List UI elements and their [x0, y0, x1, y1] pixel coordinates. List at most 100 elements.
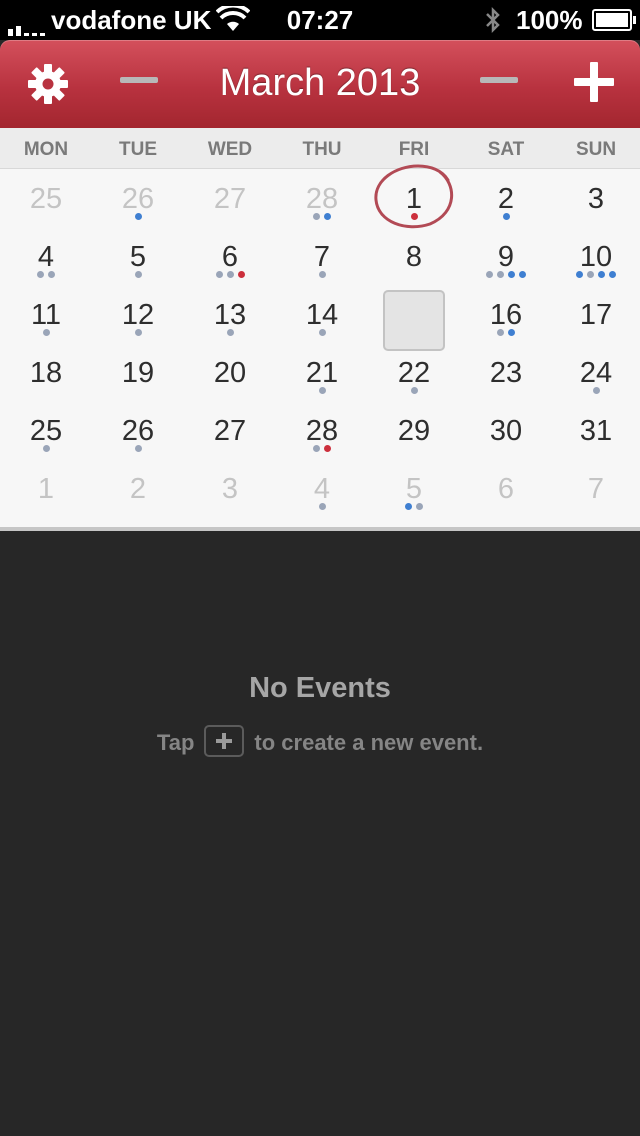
day-cell[interactable]: 13 [184, 285, 276, 343]
event-dots [276, 387, 368, 394]
day-number: 1 [37, 473, 55, 505]
day-number: 23 [489, 357, 523, 389]
event-dot [237, 271, 245, 278]
event-dot [134, 213, 142, 220]
day-number: 18 [29, 357, 63, 389]
day-number: 4 [313, 473, 331, 505]
day-number: 7 [313, 241, 331, 273]
event-dots [276, 329, 368, 336]
day-cell[interactable]: 10 [550, 227, 640, 285]
day-cell[interactable]: 22 [368, 343, 460, 401]
day-cell[interactable]: 25 [0, 401, 92, 459]
day-cell[interactable]: 2 [460, 169, 552, 227]
day-cell[interactable]: 1 [0, 459, 92, 517]
event-dot [318, 503, 326, 510]
day-number: 9 [497, 241, 515, 273]
day-cell[interactable]: 6 [460, 459, 552, 517]
event-dot [508, 271, 515, 278]
day-number: 5 [405, 473, 423, 505]
event-dots [550, 387, 640, 394]
day-number: 10 [579, 241, 613, 273]
event-dots [368, 387, 460, 394]
day-number: 21 [305, 357, 339, 389]
event-dot [405, 503, 412, 510]
day-cell[interactable]: 26 [92, 169, 184, 227]
day-number: 14 [305, 299, 339, 331]
event-dot [318, 387, 326, 394]
day-cell[interactable]: 7 [276, 227, 368, 285]
event-dot [324, 213, 331, 220]
day-number: 30 [489, 415, 523, 447]
day-number: 24 [579, 357, 613, 389]
bluetooth-icon [486, 6, 500, 34]
day-cell[interactable]: 7 [550, 459, 640, 517]
day-number: 28 [305, 183, 339, 215]
event-dots [276, 445, 368, 452]
weekday-sat: SAT [487, 139, 525, 160]
day-cell[interactable]: 3 [184, 459, 276, 517]
day-cell[interactable]: 2 [92, 459, 184, 517]
day-cell[interactable]: 24 [550, 343, 640, 401]
day-cell[interactable]: 31 [550, 401, 640, 459]
day-number: 6 [221, 241, 239, 273]
day-number: 31 [579, 415, 613, 447]
event-dot [313, 445, 320, 452]
event-dot [502, 213, 510, 220]
day-number: 26 [121, 415, 155, 447]
day-cell[interactable]: 3 [550, 169, 640, 227]
weekday-fri: FRI [398, 139, 430, 160]
day-cell[interactable]: 19 [92, 343, 184, 401]
event-dots [460, 213, 552, 220]
day-cell[interactable]: 21 [276, 343, 368, 401]
today-highlight [383, 290, 445, 351]
battery-percent: 100% [516, 5, 583, 35]
day-cell[interactable]: 4 [276, 459, 368, 517]
day-cell[interactable]: 4 [0, 227, 92, 285]
day-cell[interactable]: 5 [92, 227, 184, 285]
day-cell[interactable]: 25 [0, 169, 92, 227]
event-dots [184, 271, 276, 278]
day-cell[interactable]: 23 [460, 343, 552, 401]
weekday-header: MON TUE WED THU FRI SAT SUN [0, 128, 640, 169]
day-number: 2 [129, 473, 147, 505]
day-cell[interactable]: 8 [368, 227, 460, 285]
calendar-header: March 2013 [0, 40, 640, 128]
empty-state-title: No Events [249, 672, 391, 704]
event-dot [37, 271, 44, 278]
day-number: 3 [587, 183, 605, 215]
event-dots [0, 329, 92, 336]
day-cell[interactable]: 27 [184, 169, 276, 227]
day-cell[interactable]: 5 [368, 459, 460, 517]
day-number: 5 [129, 241, 147, 273]
event-dot [318, 271, 326, 278]
day-number: 26 [121, 183, 155, 215]
event-dot [134, 445, 142, 452]
day-cell[interactable]: 28 [276, 401, 368, 459]
plus-icon [204, 725, 245, 757]
day-cell[interactable]: 17 [550, 285, 640, 343]
day-cell[interactable]: 9 [460, 227, 552, 285]
day-cell[interactable]: 30 [460, 401, 552, 459]
day-number: 6 [497, 473, 515, 505]
day-cell[interactable]: 14 [276, 285, 368, 343]
event-dots [184, 329, 276, 336]
day-number: 19 [121, 357, 155, 389]
day-cell[interactable]: 16 [460, 285, 552, 343]
day-cell[interactable]: 12 [92, 285, 184, 343]
plus-icon[interactable] [574, 62, 614, 102]
day-number: 11 [30, 299, 62, 331]
day-cell[interactable]: 20 [184, 343, 276, 401]
event-dot [410, 387, 418, 394]
day-cell[interactable]: 18 [0, 343, 92, 401]
day-number: 16 [489, 299, 523, 331]
day-cell[interactable]: 29 [368, 401, 460, 459]
day-cell[interactable]: 27 [184, 401, 276, 459]
day-cell[interactable]: 28 [276, 169, 368, 227]
event-dots [92, 329, 184, 336]
day-cell[interactable]: 26 [92, 401, 184, 459]
event-dot [318, 329, 326, 336]
event-dot [519, 271, 526, 278]
day-cell[interactable]: 11 [0, 285, 92, 343]
event-dot [42, 329, 50, 336]
day-cell[interactable]: 6 [184, 227, 276, 285]
